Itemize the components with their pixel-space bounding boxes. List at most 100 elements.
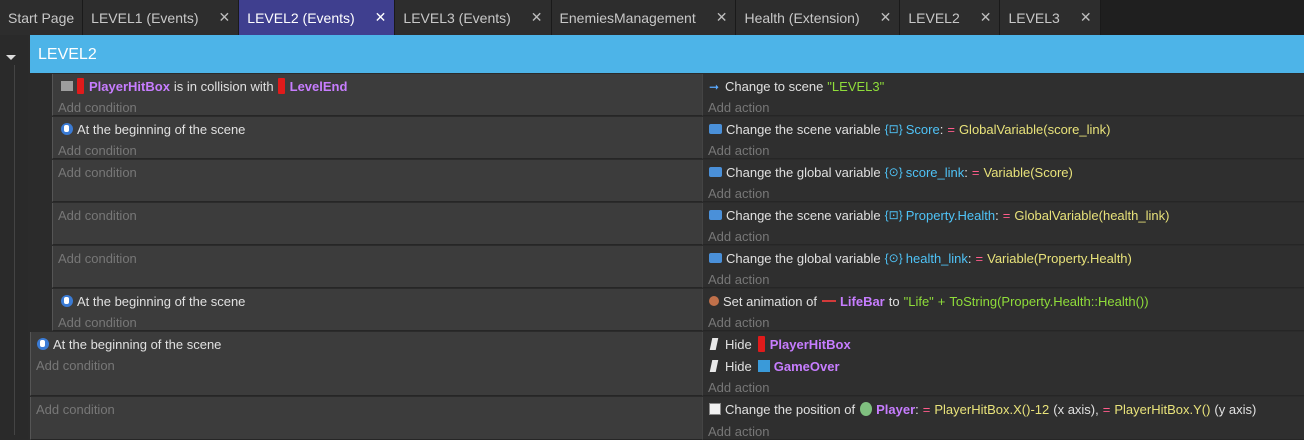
variable-name[interactable]: Score bbox=[906, 122, 940, 137]
add-condition-link[interactable]: Add condition bbox=[58, 314, 137, 330]
add-condition-link[interactable]: Add condition bbox=[36, 357, 115, 373]
add-action-link[interactable]: Add action bbox=[708, 228, 769, 244]
scene-start-icon bbox=[61, 123, 73, 135]
close-icon[interactable]: ✕ bbox=[1080, 9, 1092, 26]
action-value[interactable]: "LEVEL3" bbox=[827, 79, 884, 94]
tab-level1-events[interactable]: LEVEL1 (Events) ✕ bbox=[83, 0, 240, 35]
actions-panel[interactable]: Change the global variable {⊙} score_lin… bbox=[702, 160, 1304, 202]
group-title: LEVEL2 bbox=[38, 46, 97, 63]
operator: = bbox=[922, 401, 931, 417]
add-action-link[interactable]: Add action bbox=[708, 271, 769, 287]
object-sprite-icon bbox=[757, 336, 765, 352]
action-text: Change the global variable bbox=[726, 164, 881, 180]
expression[interactable]: Variable(Score) bbox=[984, 165, 1073, 180]
hide-icon bbox=[709, 360, 719, 372]
object-sprite-icon bbox=[277, 78, 285, 94]
add-condition-link[interactable]: Add condition bbox=[58, 207, 137, 223]
close-icon[interactable]: ✕ bbox=[375, 9, 387, 26]
tab-enemies-management[interactable]: EnemiesManagement ✕ bbox=[551, 0, 737, 35]
actions-panel[interactable]: Set animation of LifeBar to "Life" + ToS… bbox=[702, 289, 1304, 331]
tab-level2[interactable]: LEVEL2 ✕ bbox=[900, 0, 1001, 35]
group-header-level2[interactable]: LEVEL2 bbox=[30, 35, 1304, 73]
tab-level3[interactable]: LEVEL3 ✕ bbox=[1000, 0, 1101, 35]
variable-name[interactable]: health_link bbox=[906, 251, 968, 266]
conditions-panel[interactable]: At the beginning of the scene Add condit… bbox=[52, 289, 702, 331]
variable-name[interactable]: score_link bbox=[906, 165, 965, 180]
actions-panel[interactable]: Change the global variable {⊙} health_li… bbox=[702, 246, 1304, 288]
event-gutter bbox=[0, 35, 28, 440]
add-condition-link[interactable]: Add condition bbox=[58, 164, 137, 180]
event-row[interactable]: At the beginning of the scene Add condit… bbox=[52, 117, 1304, 159]
expression[interactable]: GlobalVariable(score_link) bbox=[959, 122, 1111, 137]
variable-icon bbox=[709, 253, 722, 263]
add-action-link[interactable]: Add action bbox=[708, 99, 769, 115]
collapse-triangle-icon[interactable] bbox=[6, 55, 16, 60]
condition-object[interactable]: LevelEnd bbox=[290, 79, 348, 94]
condition-text: At the beginning of the scene bbox=[77, 293, 246, 309]
conditions-panel[interactable]: PlayerHitBox is in collision with LevelE… bbox=[52, 74, 702, 116]
action-object[interactable]: Player bbox=[876, 402, 915, 417]
action-text: Change the scene variable bbox=[726, 121, 881, 137]
add-condition-link[interactable]: Add condition bbox=[58, 99, 137, 115]
variable-name[interactable]: Property.Health bbox=[906, 208, 995, 223]
conditions-panel[interactable]: At the beginning of the scene Add condit… bbox=[30, 332, 702, 396]
tab-health-extension[interactable]: Health (Extension) ✕ bbox=[736, 0, 901, 35]
event-row[interactable]: Add condition Change the global variable… bbox=[52, 246, 1304, 288]
scene-start-icon bbox=[61, 295, 73, 307]
string-value[interactable]: "Life" bbox=[904, 294, 934, 309]
conditions-panel[interactable]: Add condition bbox=[52, 246, 702, 288]
event-row[interactable]: Add condition Change the position of Pla… bbox=[30, 397, 1304, 440]
expression[interactable]: ToString(Property.Health::Health()) bbox=[949, 294, 1148, 309]
expression-y[interactable]: PlayerHitBox.Y() bbox=[1114, 402, 1210, 417]
add-condition-link[interactable]: Add condition bbox=[36, 401, 115, 417]
condition-object[interactable]: PlayerHitBox bbox=[89, 79, 170, 94]
actions-panel[interactable]: Hide PlayerHitBox Hide GameOver Add acti… bbox=[702, 332, 1304, 396]
action-object[interactable]: PlayerHitBox bbox=[770, 337, 851, 352]
expression[interactable]: GlobalVariable(health_link) bbox=[1014, 208, 1169, 223]
close-icon[interactable]: ✕ bbox=[880, 9, 892, 26]
expression-x[interactable]: PlayerHitBox.X()-12 bbox=[934, 402, 1049, 417]
tab-level3-events[interactable]: LEVEL3 (Events) ✕ bbox=[395, 0, 552, 35]
global-variable-icon: {⊙} bbox=[884, 251, 903, 265]
event-row[interactable]: Add condition Change the global variable… bbox=[52, 160, 1304, 202]
operator: = bbox=[975, 250, 984, 266]
action-text: Change to scene bbox=[725, 78, 824, 94]
tab-label: LEVEL2 (Events) bbox=[247, 9, 355, 26]
add-condition-link[interactable]: Add condition bbox=[58, 142, 137, 158]
add-action-link[interactable]: Add action bbox=[708, 142, 769, 158]
operator: = bbox=[1102, 401, 1111, 417]
actions-panel[interactable]: Change the scene variable {⊡} Score : = … bbox=[702, 117, 1304, 159]
add-action-link[interactable]: Add action bbox=[708, 423, 769, 439]
conditions-panel[interactable]: Add condition bbox=[30, 397, 702, 440]
conditions-panel[interactable]: Add condition bbox=[52, 160, 702, 202]
player-object-icon bbox=[860, 402, 873, 416]
close-icon[interactable]: ✕ bbox=[531, 9, 543, 26]
event-row[interactable]: PlayerHitBox is in collision with LevelE… bbox=[52, 74, 1304, 116]
actions-panel[interactable]: Change the position of Player : = Player… bbox=[702, 397, 1304, 440]
close-icon[interactable]: ✕ bbox=[716, 9, 728, 26]
event-row-selected[interactable]: At the beginning of the scene Add condit… bbox=[30, 332, 1304, 396]
tab-level2-events[interactable]: LEVEL2 (Events) ✕ bbox=[239, 0, 396, 35]
conditions-panel[interactable]: Add condition bbox=[52, 203, 702, 245]
animation-icon bbox=[709, 296, 719, 306]
tab-start-page[interactable]: Start Page bbox=[0, 0, 84, 35]
action-object[interactable]: LifeBar bbox=[840, 294, 885, 309]
actions-panel[interactable]: ➞ Change to scene "LEVEL3" Add action bbox=[702, 74, 1304, 116]
actions-panel[interactable]: Change the scene variable {⊡} Property.H… bbox=[702, 203, 1304, 245]
operator: = bbox=[947, 121, 955, 137]
add-action-link[interactable]: Add action bbox=[708, 314, 769, 330]
action-text: Change the position of bbox=[725, 401, 856, 417]
action-object[interactable]: GameOver bbox=[774, 359, 840, 374]
action-to: to bbox=[888, 293, 900, 309]
conditions-panel[interactable]: At the beginning of the scene Add condit… bbox=[52, 117, 702, 159]
event-row[interactable]: Add condition Change the scene variable … bbox=[52, 203, 1304, 245]
event-row[interactable]: At the beginning of the scene Add condit… bbox=[52, 289, 1304, 331]
add-action-link[interactable]: Add action bbox=[708, 185, 769, 201]
add-condition-link[interactable]: Add condition bbox=[58, 250, 137, 266]
y-axis-label: (y axis) bbox=[1214, 401, 1257, 417]
close-icon[interactable]: ✕ bbox=[980, 9, 992, 26]
expression[interactable]: Variable(Property.Health) bbox=[987, 251, 1132, 266]
add-action-link[interactable]: Add action bbox=[708, 379, 769, 395]
close-icon[interactable]: ✕ bbox=[219, 9, 231, 26]
tab-label: LEVEL2 bbox=[908, 9, 960, 26]
